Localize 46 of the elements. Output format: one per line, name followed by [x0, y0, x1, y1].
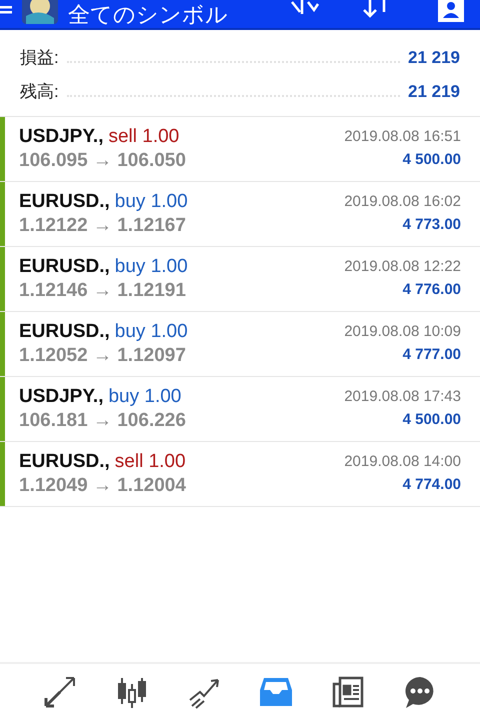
trade-time: 2019.08.08 17:43 [344, 388, 461, 407]
profit-value: 4 500.00 [402, 151, 461, 170]
order-text: buy 1.00 [114, 190, 188, 214]
screen-title: 全てのシンボル [68, 4, 228, 26]
trade-row[interactable]: EURUSD., sell 1.00 1.12049 → 1.12004 2019.08.08 14:00 4 774.00 [0, 442, 480, 507]
profit-value: 4 774.00 [402, 476, 461, 495]
order-text: buy 1.00 [108, 385, 182, 409]
price-text: 106.181 → 106.226 [19, 409, 187, 433]
arrows-icon [42, 674, 78, 710]
order-text: sell 1.00 [108, 125, 180, 149]
trade-time: 2019.08.08 16:51 [344, 128, 461, 147]
order-text: sell 1.00 [114, 450, 186, 474]
account-icon[interactable] [438, 0, 464, 22]
summary-value: 21 219 [408, 46, 460, 68]
price-text: 1.12146 → 1.12191 [19, 279, 187, 303]
summary-value: 21 219 [408, 80, 460, 102]
profit-value: 4 776.00 [402, 281, 461, 300]
profit-value: 4 777.00 [402, 346, 461, 365]
trade-row[interactable]: EURUSD., buy 1.00 1.12146 → 1.12191 2019.08.08 12:22 4 776.00 [0, 247, 480, 312]
trade-time: 2019.08.08 16:02 [344, 193, 461, 212]
menu-icon[interactable] [0, 4, 12, 16]
summary-label: 残高: [20, 80, 59, 102]
trade-row[interactable]: USDJPY., buy 1.00 106.181 → 106.226 2019.08.08 17:43 4 500.00 [0, 377, 480, 442]
symbol-text: USDJPY., [19, 125, 104, 149]
trade-row[interactable]: USDJPY., sell 1.00 106.095 → 106.050 2019.08.08 16:51 4 500.00 [0, 117, 480, 182]
profit-value: 4 500.00 [402, 411, 461, 430]
trade-row[interactable]: EURUSD., buy 1.00 1.12052 → 1.12097 2019.08.08 10:09 4 777.00 [0, 312, 480, 377]
order-text: buy 1.00 [114, 320, 188, 344]
trade-time: 2019.08.08 12:22 [344, 258, 461, 277]
app-logo-icon [20, 0, 60, 26]
symbol-text: USDJPY., [19, 385, 104, 409]
symbol-text: EURUSD., [19, 255, 110, 279]
summary-label: 損益: [20, 46, 59, 68]
newspaper-icon [330, 674, 366, 710]
profit-value: 4 773.00 [402, 216, 461, 235]
trade-row[interactable]: EURUSD., buy 1.00 1.12122 → 1.12167 2019.08.08 16:02 4 773.00 [0, 182, 480, 247]
symbol-text: EURUSD., [19, 450, 110, 474]
trade-time: 2019.08.08 10:09 [344, 323, 461, 342]
order-text: buy 1.00 [114, 255, 188, 279]
symbol-text: EURUSD., [19, 320, 110, 344]
price-text: 106.095 → 106.050 [19, 149, 187, 173]
price-text: 1.12122 → 1.12167 [19, 214, 187, 238]
price-text: 1.12049 → 1.12004 [19, 474, 187, 498]
trade-time: 2019.08.08 14:00 [344, 453, 461, 472]
price-text: 1.12052 → 1.12097 [19, 344, 187, 368]
symbol-text: EURUSD., [19, 190, 110, 214]
